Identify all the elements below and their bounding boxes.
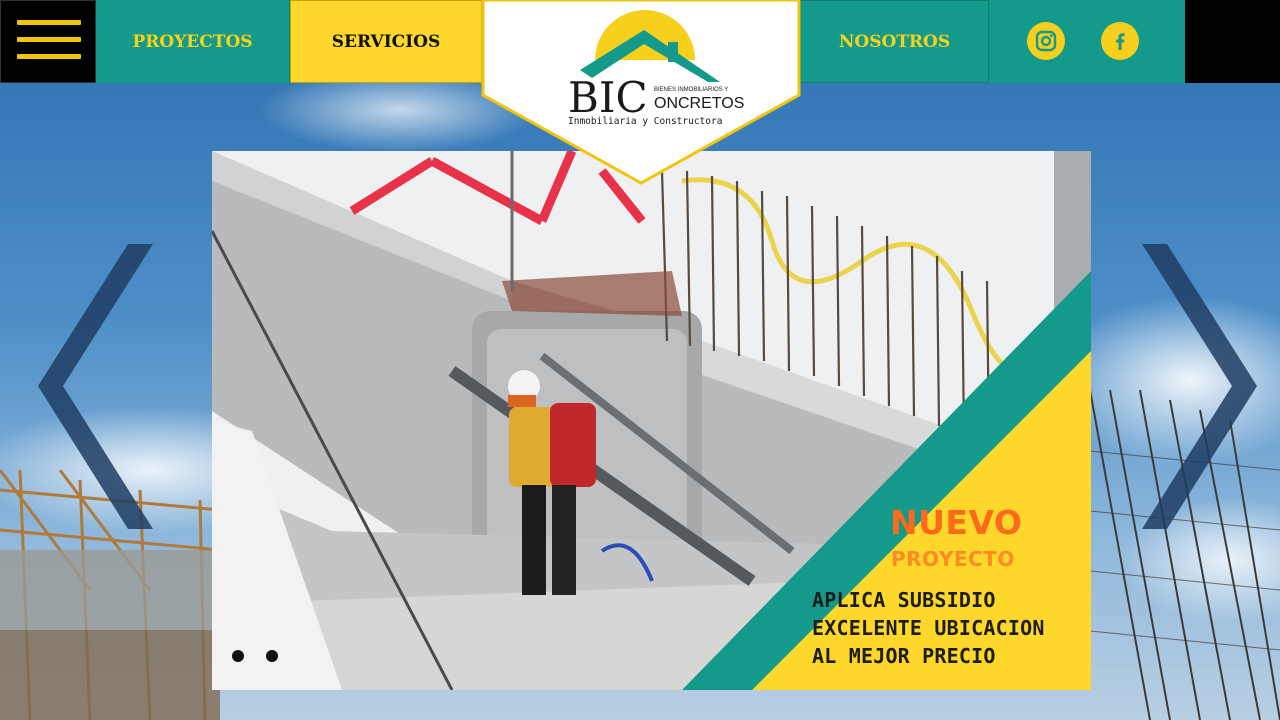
menu-button[interactable] bbox=[0, 0, 96, 83]
instagram-button[interactable] bbox=[1027, 22, 1065, 60]
promo-subtitle: PROYECTO bbox=[891, 547, 1015, 571]
nav-tab-servicios[interactable]: SERVICIOS bbox=[290, 0, 482, 83]
instagram-icon bbox=[1035, 30, 1057, 52]
promo-title: NUEVO bbox=[890, 503, 1023, 542]
logo-oncretos: ONCRETOS bbox=[654, 95, 744, 112]
chevron-left-icon[interactable] bbox=[38, 244, 153, 529]
promo-line-subsidio: APLICA SUBSIDIO bbox=[812, 588, 996, 612]
social-bar bbox=[989, 0, 1185, 83]
logo-tagline: Inmobiliaria y Constructora bbox=[568, 116, 722, 127]
company-logo[interactable]: BIC BIENES INMOBILIARIOS Y ONCRETOS Inmo… bbox=[480, 0, 802, 185]
promo-line-precio: AL MEJOR PRECIO bbox=[812, 644, 996, 668]
nav-tab-proyectos[interactable]: PROYECTOS bbox=[96, 0, 290, 83]
nav-tab-nosotros[interactable]: NOSOTROS bbox=[800, 0, 989, 83]
hero-slide: NUEVO PROYECTO APLICA SUBSIDIO EXCELENTE… bbox=[212, 151, 1091, 690]
logo-brand-text: BIC bbox=[568, 73, 648, 122]
header-right-panel bbox=[1185, 0, 1280, 83]
facebook-icon bbox=[1116, 33, 1125, 50]
nav-tab-proyectos-label: PROYECTOS bbox=[132, 31, 253, 52]
hamburger-menu-icon-bar bbox=[17, 54, 81, 59]
hamburger-menu-icon bbox=[17, 20, 81, 25]
logo-tagline-top: BIENES INMOBILIARIOS Y bbox=[654, 87, 728, 93]
chevron-right-icon[interactable] bbox=[1142, 244, 1257, 529]
nav-tab-nosotros-label: NOSOTROS bbox=[838, 31, 951, 52]
promo-line-ubicacion: EXCELENTE UBICACION bbox=[812, 616, 1045, 640]
facebook-button[interactable] bbox=[1101, 22, 1139, 60]
hamburger-menu-icon-bar bbox=[17, 37, 81, 42]
nav-tab-servicios-label: SERVICIOS bbox=[331, 31, 441, 52]
